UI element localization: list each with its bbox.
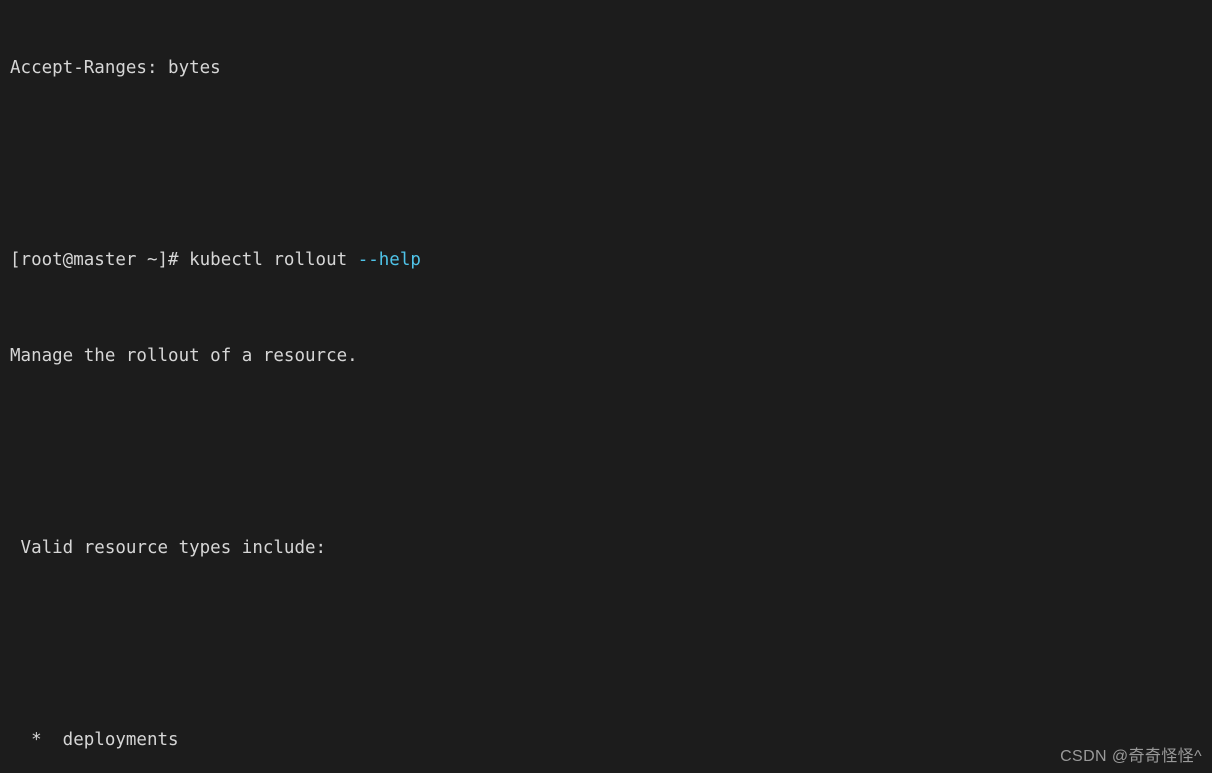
terminal-line-blank-3: [10, 632, 958, 656]
terminal-line-blank-1: [10, 152, 958, 176]
terminal-line-valid-types-heading: Valid resource types include:: [10, 536, 958, 560]
terminal-line-summary: Manage the rollout of a resource.: [10, 344, 958, 368]
terminal-line-bullet-deployments: * deployments: [10, 728, 958, 752]
terminal-window[interactable]: Accept-Ranges: bytes [root@master ~]# ku…: [0, 0, 1212, 773]
valid-types-heading-text: Valid resource types include:: [10, 538, 327, 558]
bullet-deployments-text: * deployments: [10, 730, 179, 750]
terminal-line-accept-ranges: Accept-Ranges: bytes: [10, 56, 958, 80]
csdn-watermark: CSDN @奇奇怪怪^: [1060, 748, 1202, 765]
summary-text: Manage the rollout of a resource.: [10, 346, 358, 366]
terminal-line-blank-2: [10, 440, 958, 464]
command-text: kubectl rollout: [178, 250, 358, 270]
accept-ranges-text: Accept-Ranges: bytes: [10, 58, 221, 78]
terminal-line-prompt-command: [root@master ~]# kubectl rollout --help: [10, 248, 958, 272]
shell-prompt: [root@master ~]#: [10, 250, 179, 270]
command-flag: --help: [357, 250, 421, 270]
terminal-screen: Accept-Ranges: bytes [root@master ~]# ku…: [10, 0, 958, 773]
